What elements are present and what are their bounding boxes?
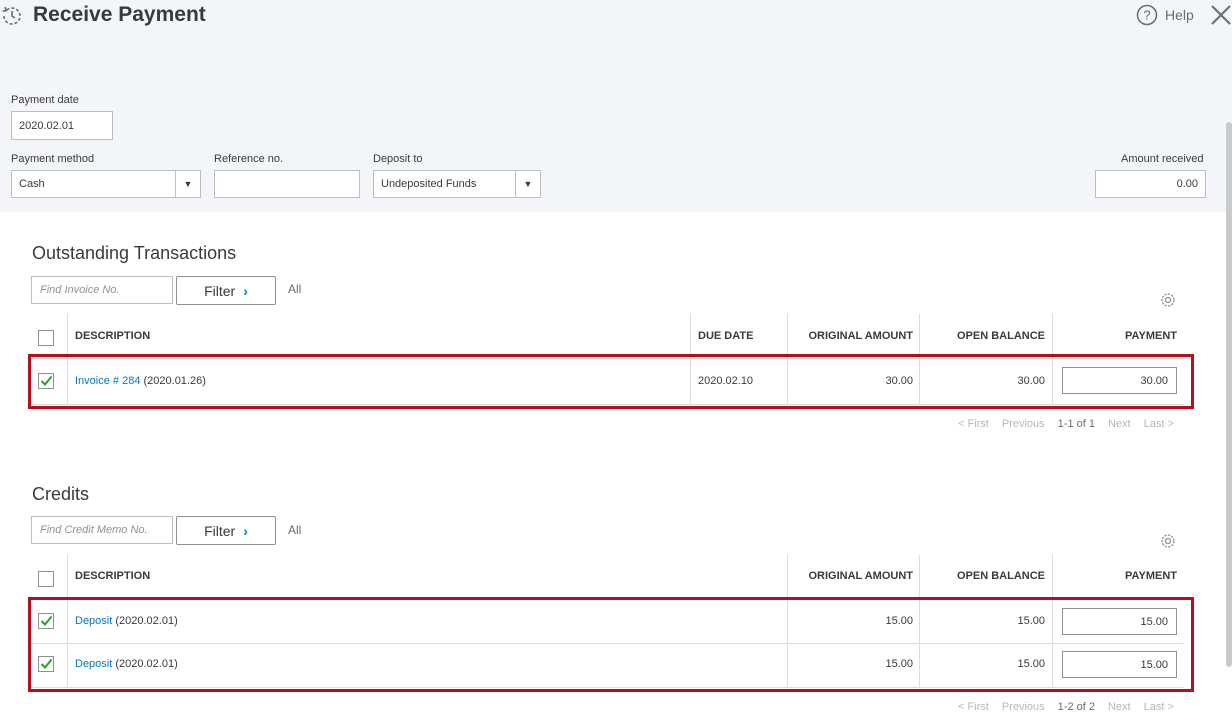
column-header-payment[interactable]: PAYMENT — [1052, 330, 1177, 342]
pager-first[interactable]: < First — [958, 418, 989, 430]
pager-next[interactable]: Next — [1108, 418, 1131, 430]
gear-icon[interactable] — [1159, 532, 1177, 550]
deposit-to-value: Undeposited Funds — [381, 178, 477, 190]
deposit-to-select[interactable]: Undeposited Funds ▼ — [373, 170, 541, 198]
payment-date-field[interactable]: 2020.02.01 — [11, 111, 113, 140]
column-header-due-date[interactable]: DUE DATE — [698, 330, 753, 342]
dropdown-arrow-icon[interactable]: ▼ — [175, 171, 200, 197]
pager-last[interactable]: Last > — [1144, 701, 1174, 713]
column-header-original-amount[interactable]: ORIGINAL AMOUNT — [787, 570, 914, 582]
reference-label: Reference no. — [214, 153, 284, 165]
amount-received-field[interactable]: 0.00 — [1095, 170, 1206, 198]
highlight-box — [28, 354, 1194, 409]
filter-all-label: All — [288, 282, 302, 296]
payment-method-label: Payment method — [11, 153, 95, 165]
pager-range: 1-2 of 2 — [1057, 701, 1095, 713]
payment-method-value: Cash — [19, 178, 45, 190]
column-header-open-balance[interactable]: OPEN BALANCE — [919, 570, 1045, 582]
find-invoice-input[interactable]: Find Invoice No. — [31, 276, 173, 304]
select-all-checkbox[interactable] — [38, 330, 54, 346]
amount-received-label: Amount received — [1121, 153, 1204, 165]
filter-button[interactable]: Filter › — [176, 516, 276, 545]
reference-field[interactable] — [214, 170, 360, 198]
help-link[interactable]: Help — [1165, 7, 1194, 23]
filter-button[interactable]: Filter › — [176, 276, 276, 305]
column-header-original-amount[interactable]: ORIGINAL AMOUNT — [787, 330, 914, 342]
help-icon[interactable]: ? — [1136, 4, 1158, 26]
deposit-to-label: Deposit to — [373, 153, 423, 165]
pager-previous[interactable]: Previous — [1002, 701, 1045, 713]
payment-date-label: Payment date — [11, 94, 79, 106]
chevron-right-icon: › — [243, 282, 248, 299]
page-title: Receive Payment — [33, 3, 206, 26]
dropdown-arrow-icon[interactable]: ▼ — [515, 171, 540, 197]
pager-previous[interactable]: Previous — [1002, 418, 1045, 430]
filter-label: Filter — [204, 522, 236, 539]
pager-next[interactable]: Next — [1108, 701, 1131, 713]
svg-text:?: ? — [1143, 8, 1150, 23]
outstanding-transactions-title: Outstanding Transactions — [32, 243, 237, 263]
history-icon[interactable] — [0, 4, 24, 28]
pager-first[interactable]: < First — [958, 701, 989, 713]
chevron-right-icon: › — [243, 522, 248, 539]
gear-icon[interactable] — [1159, 291, 1177, 309]
find-credit-memo-input[interactable]: Find Credit Memo No. — [31, 516, 173, 544]
payment-method-select[interactable]: Cash ▼ — [11, 170, 201, 198]
filter-label: Filter — [204, 282, 236, 299]
column-header-description[interactable]: DESCRIPTION — [75, 330, 150, 342]
filter-all-label: All — [288, 523, 302, 537]
column-header-payment[interactable]: PAYMENT — [1052, 570, 1177, 582]
pagination: < First Previous 1-2 of 2 Next Last > — [958, 701, 1174, 713]
close-icon[interactable] — [1210, 4, 1232, 26]
credits-title: Credits — [32, 484, 90, 504]
pagination: < First Previous 1-1 of 1 Next Last > — [958, 418, 1174, 430]
scrollbar[interactable] — [1226, 122, 1232, 667]
select-all-checkbox[interactable] — [38, 571, 54, 587]
pager-range: 1-1 of 1 — [1057, 418, 1095, 430]
column-header-description[interactable]: DESCRIPTION — [75, 570, 150, 582]
pager-last[interactable]: Last > — [1144, 418, 1174, 430]
highlight-box — [28, 597, 1194, 692]
column-header-open-balance[interactable]: OPEN BALANCE — [919, 330, 1045, 342]
